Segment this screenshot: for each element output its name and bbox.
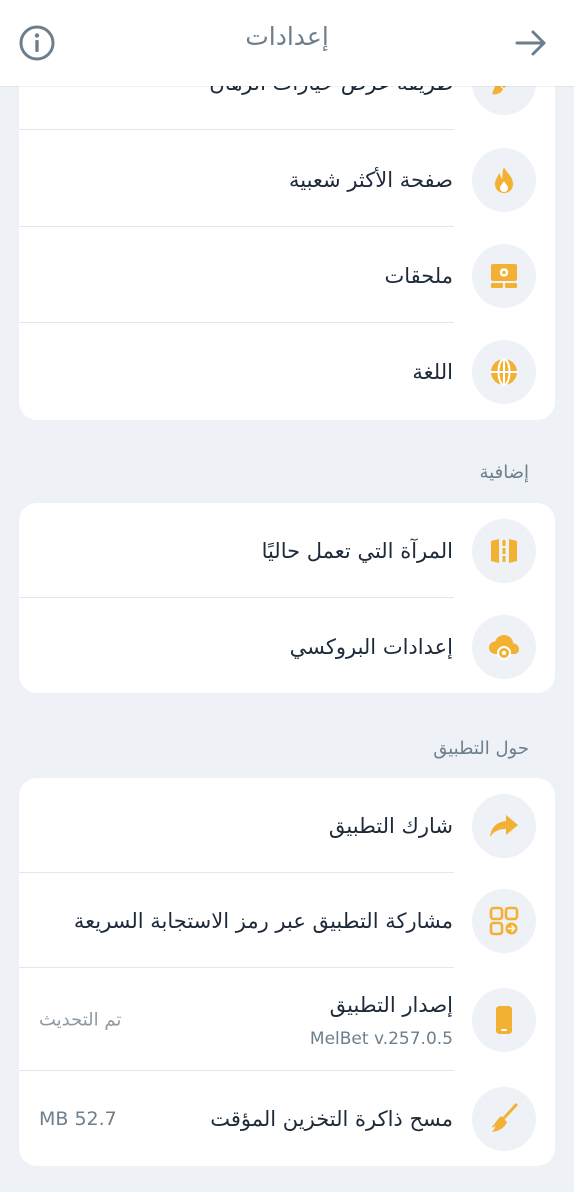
row-label: اللغة <box>412 359 453 384</box>
top-app-bar: إعدادات <box>0 0 574 86</box>
widget-settings-icon <box>491 263 517 288</box>
icon-badge <box>472 243 536 308</box>
globe-icon <box>491 357 517 386</box>
mirror-road-icon <box>491 538 517 563</box>
settings-row-popular-page[interactable]: صفحة الأكثر شعبية <box>19 132 555 227</box>
row-label: مسح ذاكرة التخزين المؤقت <box>210 1106 453 1131</box>
row-label: مشاركة التطبيق عبر رمز الاستجابة السريعة <box>73 908 453 933</box>
fire-icon <box>495 166 513 193</box>
icon-badge <box>472 988 536 1052</box>
settings-card-about: شارك التطبيق مشاركة التطبيق عبر رمز الاس… <box>19 778 555 1166</box>
icon-badge <box>472 339 536 404</box>
divider <box>19 226 454 227</box>
version-number: MelBet v.257.0.5 <box>309 1029 453 1049</box>
icon-badge <box>472 147 536 212</box>
settings-row-widgets[interactable]: ملحقات <box>19 228 555 323</box>
row-label: صفحة الأكثر شعبية <box>288 167 453 192</box>
phone-icon <box>496 1006 512 1034</box>
icon-badge <box>472 1086 536 1151</box>
settings-row-share-app[interactable]: شارك التطبيق <box>19 778 555 873</box>
settings-row-share-qr[interactable]: مشاركة التطبيق عبر رمز الاستجابة السريعة <box>19 873 555 968</box>
cloud-settings-icon <box>489 634 519 660</box>
settings-row-clear-cache[interactable]: مسح ذاكرة التخزين المؤقت MB 52.7 <box>19 1071 555 1166</box>
divider <box>19 129 454 130</box>
divider <box>19 967 454 968</box>
qr-code-icon <box>489 906 519 935</box>
row-label: شارك التطبيق <box>328 813 453 838</box>
icon-badge <box>472 614 536 679</box>
cache-size: MB 52.7 <box>39 1107 117 1130</box>
settings-row-language[interactable]: اللغة <box>19 324 555 419</box>
arrow-right-icon <box>515 30 546 56</box>
divider <box>19 322 454 323</box>
share-arrow-icon <box>490 814 518 837</box>
settings-row-proxy[interactable]: إعدادات البروكسي <box>19 599 555 693</box>
row-label: إعدادات البروكسي <box>289 634 453 659</box>
page-title: إعدادات <box>245 22 329 51</box>
settings-row-app-version[interactable]: إصدار التطبيق MelBet v.257.0.5 تم التحدي… <box>19 969 555 1071</box>
settings-card-extra: المرآة التي تعمل حاليًا إعدادات البروكسي <box>19 503 555 693</box>
broom-icon <box>491 1103 518 1132</box>
icon-badge <box>472 888 536 953</box>
back-button[interactable] <box>513 25 549 61</box>
icon-badge <box>472 793 536 858</box>
section-title-extra: إضافية <box>479 462 529 483</box>
update-status: تم التحديث <box>39 1009 122 1031</box>
divider <box>19 597 454 598</box>
settings-row-mirror[interactable]: المرآة التي تعمل حاليًا <box>19 503 555 598</box>
row-label: ملحقات <box>384 263 453 288</box>
row-label: المرآة التي تعمل حاليًا <box>261 538 453 563</box>
row-label: إصدار التطبيق <box>329 993 453 1017</box>
section-title-about: حول التطبيق <box>433 738 529 759</box>
icon-badge <box>472 518 536 583</box>
